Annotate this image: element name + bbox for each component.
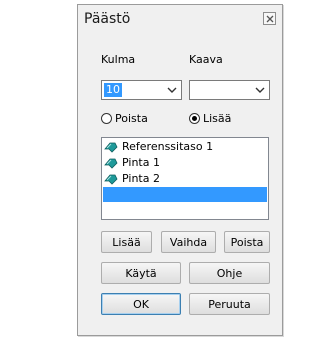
radio-add[interactable]: Lisää	[189, 112, 231, 125]
add-button[interactable]: Lisää	[101, 231, 152, 253]
ok-button[interactable]: OK	[101, 293, 181, 315]
apply-button[interactable]: Käytä	[101, 262, 181, 284]
formula-combo[interactable]	[189, 80, 270, 100]
radio-remove-label: Poista	[115, 112, 148, 125]
radio-remove[interactable]: Poista	[101, 112, 148, 125]
formula-label: Kaava	[189, 53, 223, 66]
radio-add-circle	[189, 113, 200, 124]
radio-add-label: Lisää	[203, 112, 232, 125]
list-item[interactable]: Pinta 2	[104, 171, 160, 186]
list-item-selected[interactable]	[103, 187, 267, 202]
list-item[interactable]: Referenssitaso 1	[104, 139, 213, 154]
angle-combo[interactable]: 10	[101, 80, 182, 100]
help-button[interactable]: Ohje	[189, 262, 270, 284]
radio-remove-circle	[101, 113, 112, 124]
angle-label: Kulma	[101, 53, 136, 66]
close-button[interactable]	[263, 12, 276, 25]
cancel-button[interactable]: Peruuta	[189, 293, 270, 315]
replace-button[interactable]: Vaihda	[161, 231, 216, 253]
list-item-label: Referenssitaso 1	[122, 140, 214, 153]
close-icon	[266, 15, 273, 22]
list-item[interactable]: Pinta 1	[104, 155, 160, 170]
dialog-title: Päästö	[84, 11, 131, 27]
list-item-label: Pinta 1	[122, 156, 160, 169]
list-item-label: Pinta 2	[122, 172, 160, 185]
surface-listbox[interactable]: Referenssitaso 1 Pinta 1 Pinta 2	[101, 137, 269, 220]
surface-icon	[104, 158, 118, 169]
draft-dialog: Päästö Kulma Kaava 10 Poista Lisää Refer…	[77, 4, 283, 336]
surface-icon	[104, 174, 118, 185]
chevron-down-icon	[255, 87, 265, 93]
angle-value: 10	[104, 83, 122, 97]
plane-icon	[104, 142, 118, 153]
chevron-down-icon	[167, 87, 177, 93]
remove-button[interactable]: Poista	[224, 231, 270, 253]
